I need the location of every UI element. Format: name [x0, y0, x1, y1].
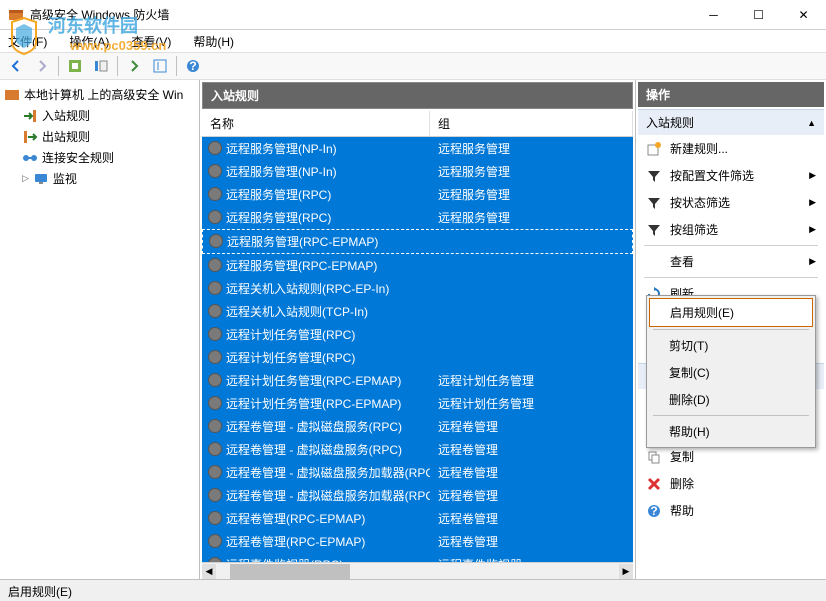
toolbar: ? — [0, 52, 826, 80]
ctx-cut[interactable]: 剪切(T) — [649, 332, 813, 359]
svg-text:?: ? — [650, 504, 657, 518]
table-row[interactable]: 远程服务管理(RPC-EPMAP) — [202, 254, 633, 277]
outbound-icon — [22, 129, 38, 145]
monitor-icon — [33, 171, 49, 187]
panel-header: 入站规则 — [202, 82, 633, 109]
ctx-delete[interactable]: 删除(D) — [649, 386, 813, 413]
action-view[interactable]: 查看▶ — [638, 248, 824, 275]
tree-root[interactable]: 本地计算机 上的高级安全 Win — [4, 84, 195, 105]
minimize-button[interactable]: ─ — [691, 0, 736, 29]
horizontal-scrollbar[interactable]: ◀▶ — [202, 562, 633, 579]
collapse-icon: ▲ — [807, 118, 816, 128]
toolbar-btn-3[interactable] — [122, 55, 146, 77]
toolbar-btn-4[interactable] — [148, 55, 172, 77]
tree-connsec[interactable]: 连接安全规则 — [4, 147, 195, 168]
new-rule-icon — [646, 141, 662, 157]
context-menu: 启用规则(E) 剪切(T) 复制(C) 删除(D) 帮助(H) — [646, 295, 816, 448]
action-new-rule[interactable]: 新建规则... — [638, 135, 824, 162]
maximize-button[interactable]: ☐ — [736, 0, 781, 29]
firewall-icon — [4, 87, 20, 103]
action-delete[interactable]: 删除 — [638, 470, 824, 497]
table-row[interactable]: 远程服务管理(NP-In)远程服务管理 — [202, 137, 633, 160]
expand-icon[interactable]: ▷ — [22, 173, 29, 184]
table-row[interactable]: 远程计划任务管理(RPC-EPMAP)远程计划任务管理 — [202, 369, 633, 392]
actions-title: 操作 — [638, 82, 824, 107]
menu-file[interactable]: 文件(F) — [4, 31, 51, 52]
list-body[interactable]: 远程服务管理(NP-In)远程服务管理远程服务管理(NP-In)远程服务管理远程… — [202, 137, 633, 562]
table-row[interactable]: 远程计划任务管理(RPC) — [202, 323, 633, 346]
title-bar: 高级安全 Windows 防火墙 ─ ☐ ✕ — [0, 0, 826, 30]
app-icon — [8, 7, 24, 23]
table-row[interactable]: 远程计划任务管理(RPC-EPMAP)远程计划任务管理 — [202, 392, 633, 415]
ctx-copy[interactable]: 复制(C) — [649, 359, 813, 386]
close-button[interactable]: ✕ — [781, 0, 826, 29]
table-row[interactable]: 远程卷管理(RPC-EPMAP)远程卷管理 — [202, 530, 633, 553]
table-row[interactable]: 远程服务管理(RPC)远程服务管理 — [202, 183, 633, 206]
actions-section-inbound[interactable]: 入站规则▲ — [638, 109, 824, 135]
table-row[interactable]: 远程关机入站规则(RPC-EP-In) — [202, 277, 633, 300]
delete-icon — [646, 476, 662, 492]
toolbar-btn-1[interactable] — [63, 55, 87, 77]
filter-icon — [646, 222, 662, 238]
center-pane: 入站规则 名称 组 远程服务管理(NP-In)远程服务管理远程服务管理(NP-I… — [200, 80, 636, 579]
forward-button[interactable] — [30, 55, 54, 77]
toolbar-btn-2[interactable] — [89, 55, 113, 77]
tree-inbound[interactable]: 入站规则 — [4, 105, 195, 126]
connsec-icon — [22, 150, 38, 166]
copy-icon — [646, 449, 662, 465]
filter-icon — [646, 195, 662, 211]
tree-pane: 本地计算机 上的高级安全 Win 入站规则 出站规则 连接安全规则 ▷ 监视 — [0, 80, 200, 579]
list-header: 名称 组 — [202, 111, 633, 137]
table-row[interactable]: 远程卷管理 - 虚拟磁盘服务(RPC)远程卷管理 — [202, 415, 633, 438]
table-row[interactable]: 远程服务管理(RPC)远程服务管理 — [202, 206, 633, 229]
col-name[interactable]: 名称 — [202, 111, 430, 136]
table-row[interactable]: 远程事件监视器(RPC)远程事件监视器 — [202, 553, 633, 562]
action-help2[interactable]: ? 帮助 — [638, 497, 824, 524]
table-row[interactable]: 远程卷管理(RPC-EPMAP)远程卷管理 — [202, 507, 633, 530]
status-bar: 启用规则(E) — [0, 579, 826, 601]
action-filter-profile[interactable]: 按配置文件筛选▶ — [638, 162, 824, 189]
menu-view[interactable]: 查看(V) — [127, 31, 175, 52]
tree-outbound[interactable]: 出站规则 — [4, 126, 195, 147]
table-row[interactable]: 远程计划任务管理(RPC) — [202, 346, 633, 369]
table-row[interactable]: 远程卷管理 - 虚拟磁盘服务加载器(RPC)远程卷管理 — [202, 461, 633, 484]
menu-help[interactable]: 帮助(H) — [189, 31, 238, 52]
table-row[interactable]: 远程卷管理 - 虚拟磁盘服务(RPC)远程卷管理 — [202, 438, 633, 461]
menu-action[interactable]: 操作(A) — [65, 31, 113, 52]
window-title: 高级安全 Windows 防火墙 — [30, 6, 691, 23]
filter-icon — [646, 168, 662, 184]
action-filter-state[interactable]: 按状态筛选▶ — [638, 189, 824, 216]
back-button[interactable] — [4, 55, 28, 77]
action-filter-group[interactable]: 按组筛选▶ — [638, 216, 824, 243]
inbound-icon — [22, 108, 38, 124]
help-button[interactable]: ? — [181, 55, 205, 77]
ctx-enable[interactable]: 启用规则(E) — [649, 298, 813, 327]
table-row[interactable]: 远程关机入站规则(TCP-In) — [202, 300, 633, 323]
table-row[interactable]: 远程服务管理(RPC-EPMAP) — [202, 229, 633, 254]
help-icon: ? — [646, 503, 662, 519]
tree-monitor[interactable]: ▷ 监视 — [4, 168, 195, 189]
ctx-help[interactable]: 帮助(H) — [649, 418, 813, 445]
svg-text:?: ? — [189, 59, 196, 73]
menu-bar: 文件(F) 操作(A) 查看(V) 帮助(H) — [0, 30, 826, 52]
col-group[interactable]: 组 — [430, 111, 633, 136]
table-row[interactable]: 远程服务管理(NP-In)远程服务管理 — [202, 160, 633, 183]
table-row[interactable]: 远程卷管理 - 虚拟磁盘服务加载器(RPC)远程卷管理 — [202, 484, 633, 507]
